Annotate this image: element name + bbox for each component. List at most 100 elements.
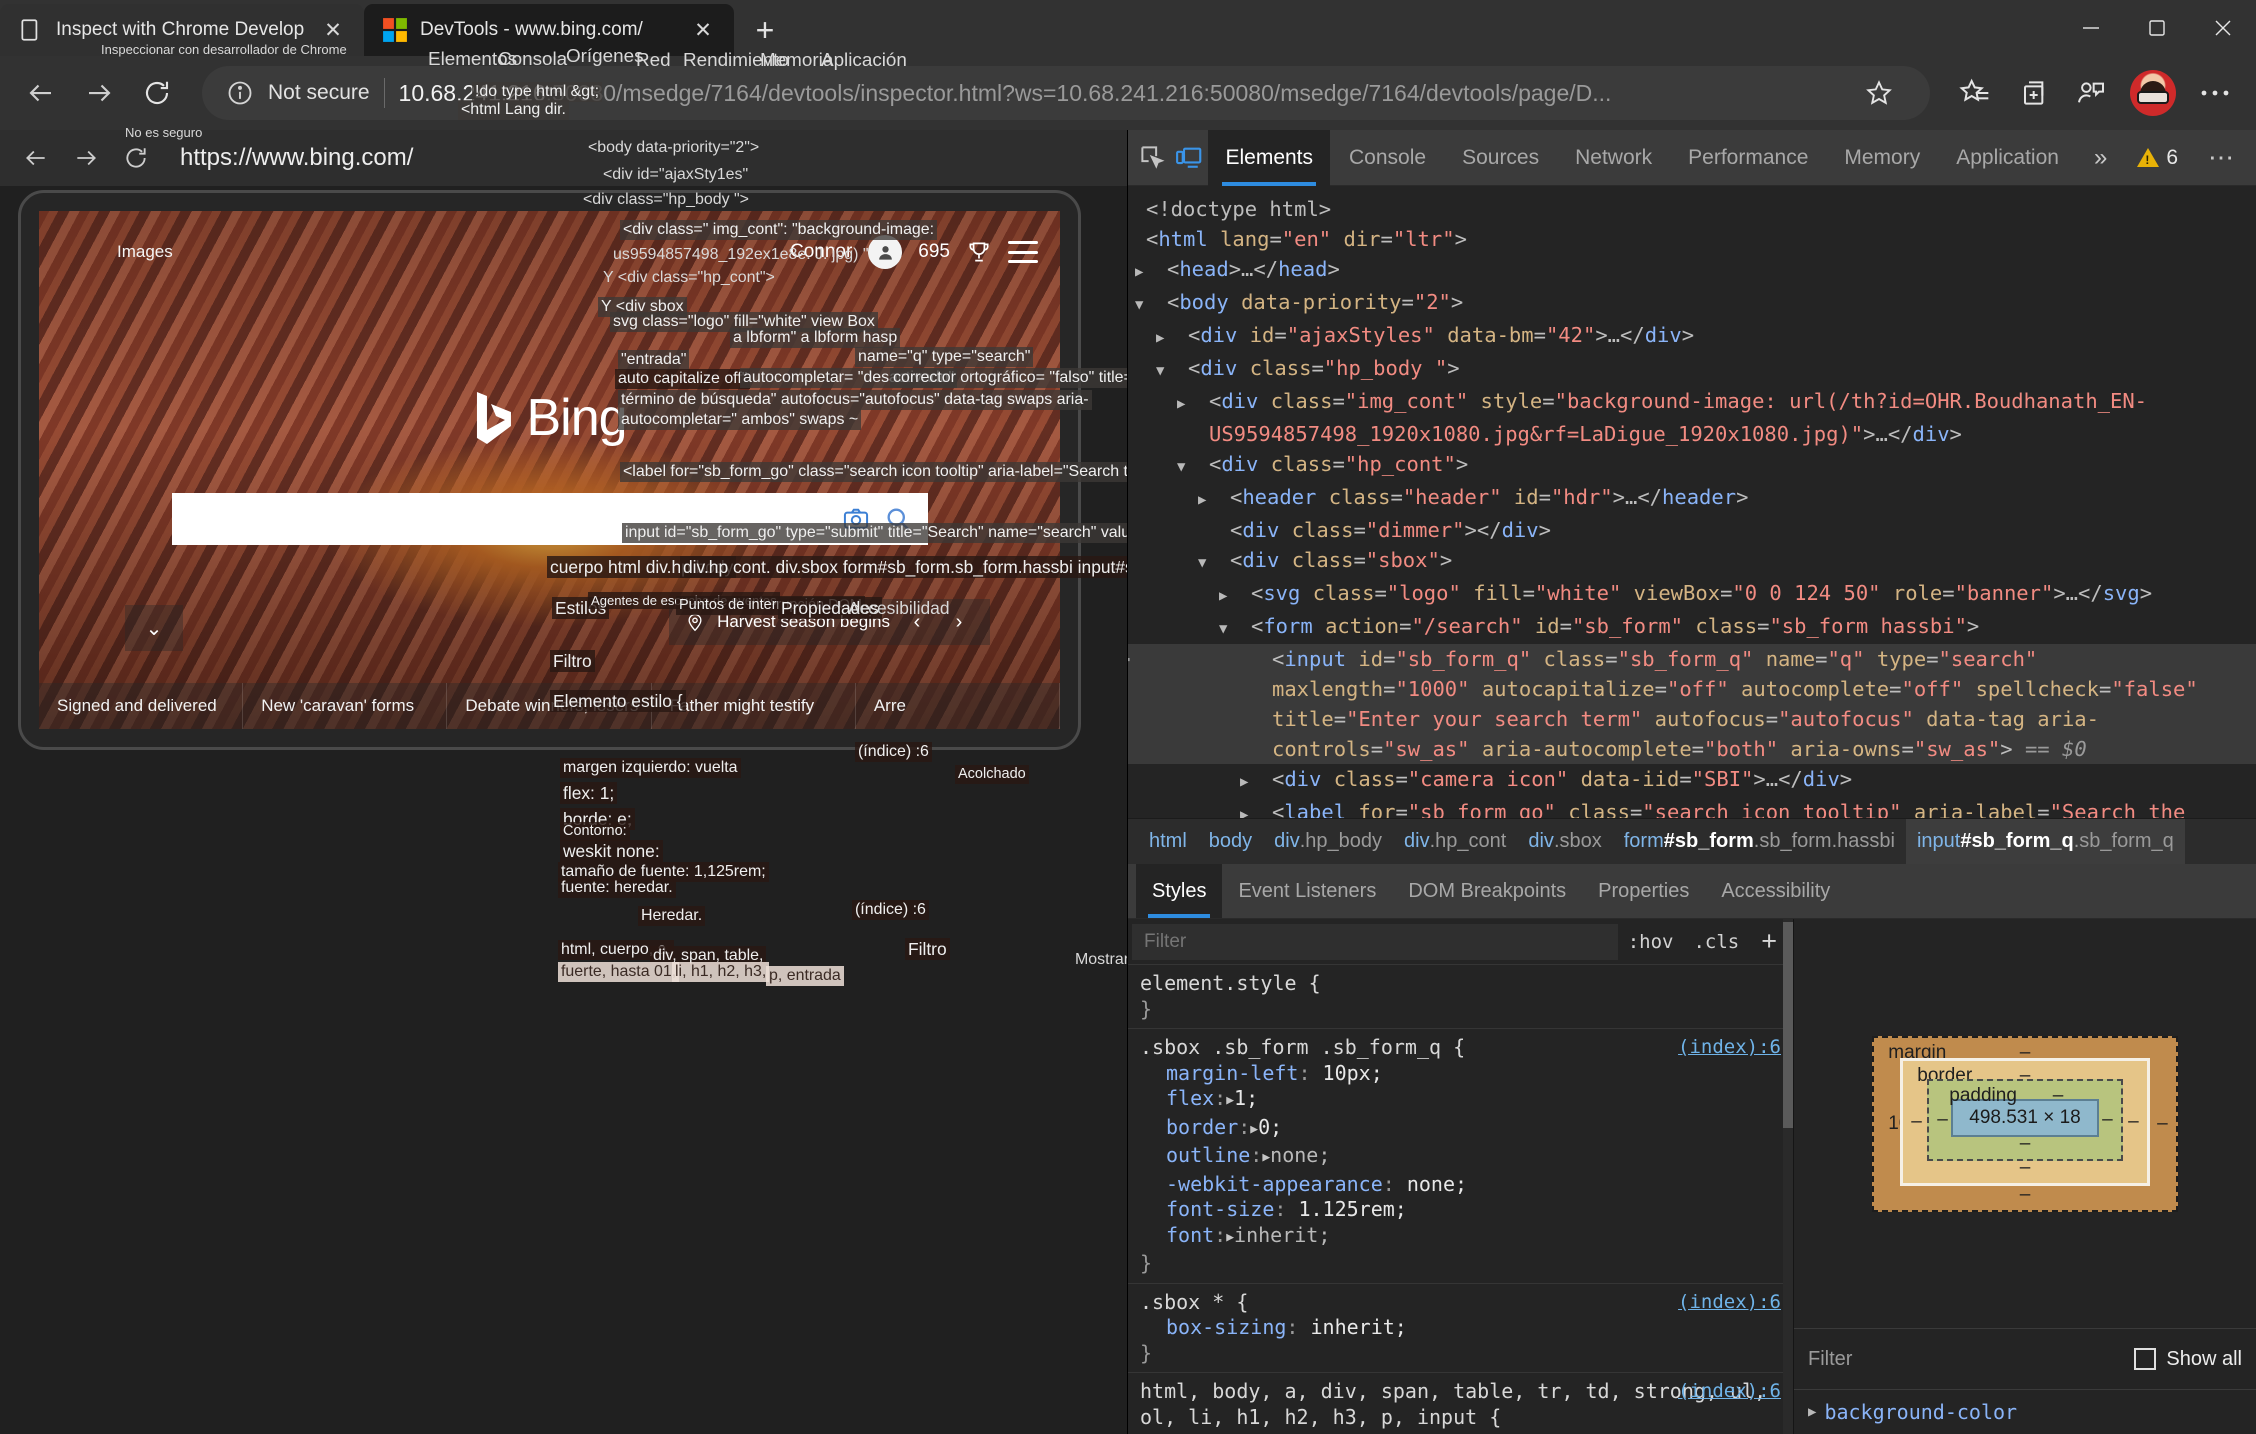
breadcrumb-item[interactable]: div .hp_body [1263,819,1393,865]
breadcrumb-item[interactable]: input #sb_form_q .sb_form_q [1905,818,2185,865]
box-model-padding-left[interactable]: – [1937,1109,1948,1131]
dom-node[interactable]: ▶ <header class="header" id="hdr">…</head… [1128,482,2256,515]
dom-node[interactable]: ▼ <form action="/search" id="sb_form" cla… [1128,611,2256,644]
css-rule-source-link[interactable]: (index):6 [1678,1290,1781,1316]
profile-share-icon[interactable] [2064,66,2118,120]
computed-property-row[interactable]: ▶ background-color [1794,1390,2256,1434]
css-property-value[interactable]: 1.125rem; [1298,1197,1406,1221]
hamburger-icon[interactable] [1008,241,1038,263]
css-declaration[interactable]: font: ▶ inherit; [1140,1223,1783,1252]
css-selector[interactable]: element.style { [1140,971,1783,997]
dom-node[interactable]: ▶ <svg class="logo" fill="white" viewBox=… [1128,578,2256,611]
box-model-border-right[interactable]: – [2128,1111,2139,1133]
box-model-border[interactable]: border – – – – padding – – – – 498.531 ×… [1900,1057,2150,1186]
device-toolbar-icon[interactable] [1172,137,1206,179]
dom-node[interactable]: ▼ <div class="hp_cont"> [1128,449,2256,482]
tab-dom-breakpoints[interactable]: DOM Breakpoints [1392,864,1582,918]
settings-more-icon[interactable] [2188,66,2242,120]
tab-styles[interactable]: Styles [1136,864,1223,918]
tab-sources[interactable]: Sources [1445,130,1556,186]
css-property-name[interactable]: font-size [1166,1197,1274,1221]
chevron-down-icon[interactable]: ▼ [1177,452,1209,482]
chevron-right-icon[interactable]: ▶ [1177,389,1209,419]
breadcrumb-item[interactable]: form #sb_form .sb_form.hassbi [1613,819,1906,865]
dom-node[interactable]: ▼ <div class="sbox"> [1128,545,2256,578]
dom-node[interactable]: ▶ <head>…</head> [1128,254,2256,287]
chevron-down-icon[interactable]: ▼ [1156,356,1188,386]
breadcrumb-item[interactable]: div .hp_cont [1393,819,1517,865]
css-rule[interactable]: element.style {} [1128,965,1793,1029]
breadcrumb-item[interactable]: div .sbox [1517,819,1612,865]
bing-search-box[interactable] [171,493,928,546]
tab-accessibility[interactable]: Accessibility [1705,864,1846,918]
dom-node[interactable]: <html lang="en" dir="ltr"> [1128,224,2256,254]
styles-filter-input[interactable] [1132,923,1618,960]
breadcrumb-item[interactable]: body [1198,819,1263,865]
tab-application[interactable]: Application [1939,130,2076,186]
reload-icon[interactable] [116,138,156,178]
tab-performance[interactable]: Performance [1671,130,1825,186]
chevron-right-icon[interactable]: ▶ [1240,767,1272,797]
chevron-right-icon[interactable]: ▶ [1808,1404,1816,1420]
box-model-margin-right[interactable]: – [2157,1113,2168,1135]
news-item[interactable]: New 'caravan' forms [243,683,448,729]
chevron-right-icon[interactable]: ▶ [1156,323,1188,353]
css-property-value[interactable]: none; [1407,1172,1467,1196]
warning-badge[interactable]: 6 [2129,146,2186,170]
dom-node[interactable]: ▼ <body data-priority="2"> [1128,287,2256,320]
chevron-right-icon[interactable]: ▶ [1240,800,1272,818]
css-declaration[interactable]: font-size: 1.125rem; [1140,1197,1783,1223]
tab-network[interactable]: Network [1558,130,1669,186]
force-hover-state-button[interactable]: :hov [1618,931,1684,953]
camera-icon[interactable] [842,505,870,533]
address-bar[interactable]: Not secure 10.68.241.216:50080/msedge/71… [202,66,1930,120]
tab-properties[interactable]: Properties [1582,864,1705,918]
maximize-icon[interactable] [2124,0,2190,56]
dom-node[interactable]: ⋯<input id="sb_form_q" class="sb_form_q"… [1128,644,2256,764]
chevron-right-icon[interactable]: ▶ [1219,581,1251,611]
chevron-right-icon[interactable]: ▶ [1226,1225,1234,1251]
back-arrow-icon[interactable] [14,66,68,120]
close-icon[interactable] [2190,0,2256,56]
css-declaration[interactable]: flex: ▶ 1; [1140,1086,1783,1115]
news-item[interactable]: Father might testify [652,683,856,729]
css-property-value[interactable]: none; [1270,1143,1330,1167]
computed-filter-input[interactable]: Filter [1808,1348,2124,1371]
css-property-value[interactable]: inherit; [1234,1223,1330,1247]
browser-tab-1[interactable]: Inspect with Chrome Developer T ✕ [0,4,364,56]
tab-elements[interactable]: Elements [1208,129,1331,186]
css-property-name[interactable]: -webkit-appearance [1166,1172,1383,1196]
dom-node[interactable]: ▶ <div class="img_cont" style="background… [1128,386,2256,449]
css-property-name[interactable]: border [1166,1115,1238,1139]
show-all-checkbox[interactable] [2134,1348,2157,1370]
favorites-icon[interactable] [1948,66,2002,120]
box-model-padding-bottom[interactable]: – [2020,1133,2031,1155]
browser-tab-2[interactable]: DevTools - www.bing.com/ ✕ [364,4,734,56]
css-declaration[interactable]: box-sizing: inherit; [1140,1315,1783,1341]
close-icon[interactable]: ✕ [316,13,350,47]
box-model-padding-right[interactable]: – [2102,1109,2113,1131]
css-property-value[interactable]: 1; [1234,1086,1258,1110]
chevron-right-icon[interactable]: ▶ [1135,257,1167,287]
dom-tree[interactable]: <!doctype html> <html lang="en" dir="ltr"… [1128,186,2256,818]
chevron-down-icon[interactable]: ▼ [1198,548,1230,578]
css-property-value[interactable]: 0; [1258,1115,1282,1139]
star-add-icon[interactable] [1852,66,1906,120]
chevron-down-icon[interactable]: ▼ [1219,614,1251,644]
box-model-margin[interactable]: margin – – 10 – border – – – – padding –… [1872,1035,2178,1212]
css-property-name[interactable]: margin-left [1166,1061,1298,1085]
tab-console[interactable]: Console [1332,130,1443,186]
css-declaration[interactable]: margin-left: 10px; [1140,1061,1783,1087]
more-tabs-icon[interactable]: » [2084,144,2117,172]
news-item[interactable]: Arre [856,683,1060,729]
css-property-name[interactable]: font [1166,1223,1214,1247]
tab-memory[interactable]: Memory [1827,130,1937,186]
collections-icon[interactable] [2006,66,2060,120]
new-tab-button[interactable]: + [742,7,788,53]
close-icon[interactable]: ✕ [686,13,720,47]
css-property-name[interactable]: outline [1166,1143,1250,1167]
magnifier-icon[interactable] [884,505,912,533]
css-declaration[interactable]: -webkit-appearance: none; [1140,1172,1783,1198]
css-property-value[interactable]: 10px; [1323,1061,1383,1085]
bing-images-link[interactable]: Images [117,242,173,262]
